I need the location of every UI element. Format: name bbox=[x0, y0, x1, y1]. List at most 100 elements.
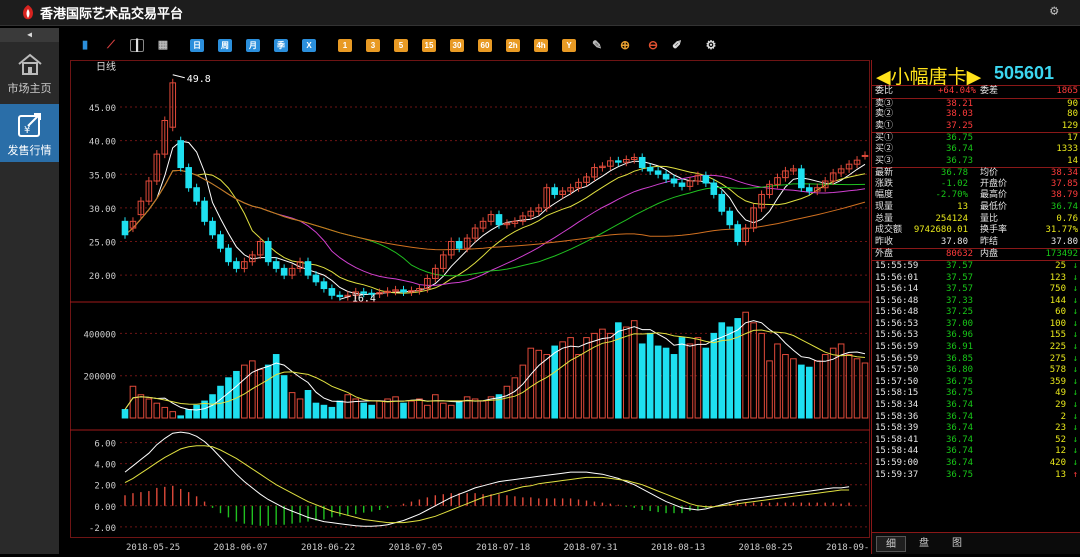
interval-button-2[interactable]: 5 bbox=[394, 39, 408, 52]
edit-icon[interactable]: ✎ bbox=[590, 39, 604, 52]
arrow-down-icon: ↓ bbox=[1072, 365, 1078, 376]
price-tick-label: 35.00 bbox=[89, 171, 116, 181]
left-sidebar: ◀ 市场主页 ¥ 发售行情 bbox=[0, 28, 59, 554]
date-tick-label: 2018-07-31 bbox=[564, 543, 618, 553]
volume-bar bbox=[193, 404, 200, 419]
tick-price: 36.80 bbox=[946, 365, 974, 376]
volume-bar bbox=[583, 337, 590, 419]
tick-time: 15:58:41 bbox=[875, 434, 919, 445]
interval-button-5[interactable]: 60 bbox=[478, 39, 492, 52]
arrow-down-icon: ↓ bbox=[1072, 318, 1078, 329]
tick-row: 15:57:50 36.80 578 ↓ bbox=[872, 365, 1080, 377]
quote-tab-2[interactable]: 图 bbox=[942, 536, 972, 552]
zoom-in-icon[interactable]: ⊕ bbox=[618, 39, 632, 52]
tick-volume: 225 bbox=[1049, 342, 1066, 353]
nav-item-market-home[interactable]: 市场主页 bbox=[0, 44, 59, 102]
period-button-2[interactable]: 月 bbox=[246, 39, 260, 52]
candle-body bbox=[177, 140, 184, 169]
collapse-arrow-icon[interactable]: ◀ bbox=[0, 28, 59, 42]
period-button-0[interactable]: 日 bbox=[190, 39, 204, 52]
candlestick-icon[interactable]: ┃ bbox=[130, 39, 144, 52]
interval-button-7[interactable]: 4h bbox=[534, 39, 548, 52]
stat-label: 现量 bbox=[875, 201, 894, 212]
product-code: 505601 bbox=[994, 63, 1055, 83]
tick-time: 15:56:53 bbox=[875, 318, 919, 329]
interval-button-3[interactable]: 15 bbox=[422, 39, 436, 52]
calendar-icon[interactable]: ▦ bbox=[156, 39, 170, 52]
price-tick-label: 45.00 bbox=[89, 104, 116, 114]
outer-inner-row: 外盘 80632 内盘 173492 bbox=[872, 248, 1080, 260]
candle-body bbox=[400, 289, 407, 293]
volume-bar bbox=[368, 404, 375, 419]
period-button-4[interactable]: X bbox=[302, 39, 316, 52]
volume-bar bbox=[551, 345, 558, 419]
stat-row: 最新 36.78 均价 38.34 bbox=[872, 167, 1080, 179]
stat-value: 0.76 bbox=[1056, 213, 1078, 224]
interval-button-8[interactable]: Y bbox=[562, 39, 576, 52]
settings-gear-icon[interactable]: ⚙ bbox=[1050, 3, 1058, 19]
arrow-down-icon: ↓ bbox=[1072, 376, 1078, 387]
date-tick-label: 2018-08-13 bbox=[651, 543, 705, 553]
period-button-1[interactable]: 周 bbox=[218, 39, 232, 52]
tick-row: 15:56:01 37.57 123 ↓ bbox=[872, 273, 1080, 285]
candle-body bbox=[798, 168, 805, 189]
candle-body bbox=[638, 156, 646, 169]
zoom-out-icon[interactable]: ⊖ bbox=[646, 39, 660, 52]
volume-bar bbox=[615, 322, 622, 419]
stat-label: 昨结 bbox=[980, 236, 999, 247]
stat-value: 31.77% bbox=[1045, 225, 1078, 236]
stat-row: 现量 13 最低价 36.74 bbox=[872, 202, 1080, 214]
date-tick-label: 2018-06-07 bbox=[214, 543, 268, 553]
volume-bar bbox=[559, 341, 566, 419]
ask-volume: 129 bbox=[1061, 120, 1078, 131]
interval-button-6[interactable]: 2h bbox=[506, 39, 520, 52]
kline-chart-area[interactable]: 45.00 40.00 35.00 30.00 25.00 20.00 日线 49.8 16.4… bbox=[70, 60, 880, 554]
stat-row: 昨收 37.80 昨结 37.80 bbox=[872, 237, 1080, 249]
tick-time: 15:56:59 bbox=[875, 342, 919, 353]
volume-bar bbox=[129, 385, 137, 419]
tick-row: 15:59:37 36.75 13 ↑ bbox=[872, 470, 1080, 482]
weicha-label: 委差 bbox=[980, 86, 999, 96]
draw-icon[interactable]: ✐ bbox=[670, 39, 684, 52]
stat-label: 最低价 bbox=[980, 201, 1008, 212]
candle-body bbox=[233, 261, 240, 269]
stat-row: 总量 254124 量比 0.76 bbox=[872, 214, 1080, 226]
settings-icon[interactable]: ⚙ bbox=[704, 39, 718, 52]
app-logo-icon bbox=[23, 5, 33, 20]
tick-price: 37.00 bbox=[946, 318, 974, 329]
candle-body bbox=[217, 234, 224, 249]
candle-body bbox=[201, 200, 208, 222]
arrow-down-icon: ↓ bbox=[1072, 272, 1078, 283]
tick-row: 15:56:48 37.33 144 ↓ bbox=[872, 296, 1080, 308]
volume-bar bbox=[694, 337, 702, 419]
tick-row: 15:56:59 36.91 225 ↓ bbox=[872, 342, 1080, 354]
volume-bar bbox=[479, 400, 487, 419]
tick-row: 15:58:39 36.74 23 ↓ bbox=[872, 423, 1080, 435]
tick-row: 15:55:59 37.57 25 ↓ bbox=[872, 261, 1080, 273]
tick-row: 15:58:44 36.74 12 ↓ bbox=[872, 446, 1080, 458]
quote-tab-1[interactable]: 盘 bbox=[909, 536, 939, 552]
volume-bar bbox=[304, 390, 312, 419]
bar-chart-icon[interactable]: ▮ bbox=[78, 39, 92, 52]
arrow-down-icon: ↓ bbox=[1072, 307, 1078, 318]
line-chart-icon[interactable]: ⟋ bbox=[104, 39, 118, 52]
product-name: ◀小幅唐卡▶ bbox=[876, 66, 982, 88]
stat-value: 36.74 bbox=[1050, 201, 1078, 212]
volume-bar bbox=[233, 370, 240, 419]
tick-time: 15:58:34 bbox=[875, 400, 919, 411]
period-button-3[interactable]: 季 bbox=[274, 39, 288, 52]
nav-item-sale-quotes[interactable]: ¥ 发售行情 bbox=[0, 104, 59, 162]
interval-button-1[interactable]: 3 bbox=[366, 39, 380, 52]
tick-time: 15:58:15 bbox=[875, 388, 919, 399]
ask-label: 卖② bbox=[875, 109, 894, 120]
tick-price: 36.91 bbox=[946, 342, 974, 353]
quote-tab-0[interactable]: 细 bbox=[876, 536, 906, 552]
volume-bar bbox=[153, 402, 161, 419]
volume-bar bbox=[360, 402, 368, 419]
tick-list[interactable]: 15:55:59 37.57 25 ↓ 15:56:01 37.57 123 ↓ 15:56:1… bbox=[872, 259, 1080, 482]
tick-volume: 144 bbox=[1049, 295, 1066, 306]
interval-button-0[interactable]: 1 bbox=[338, 39, 352, 52]
interval-button-4[interactable]: 30 bbox=[450, 39, 464, 52]
order-book: 卖③ 38.21 90 卖② 38.03 80 卖① 37.25 129 买① 36.75 17 买② 3… bbox=[872, 97, 1080, 168]
stat-row: 成交额 9742680.01 换手率 31.77% bbox=[872, 225, 1080, 237]
